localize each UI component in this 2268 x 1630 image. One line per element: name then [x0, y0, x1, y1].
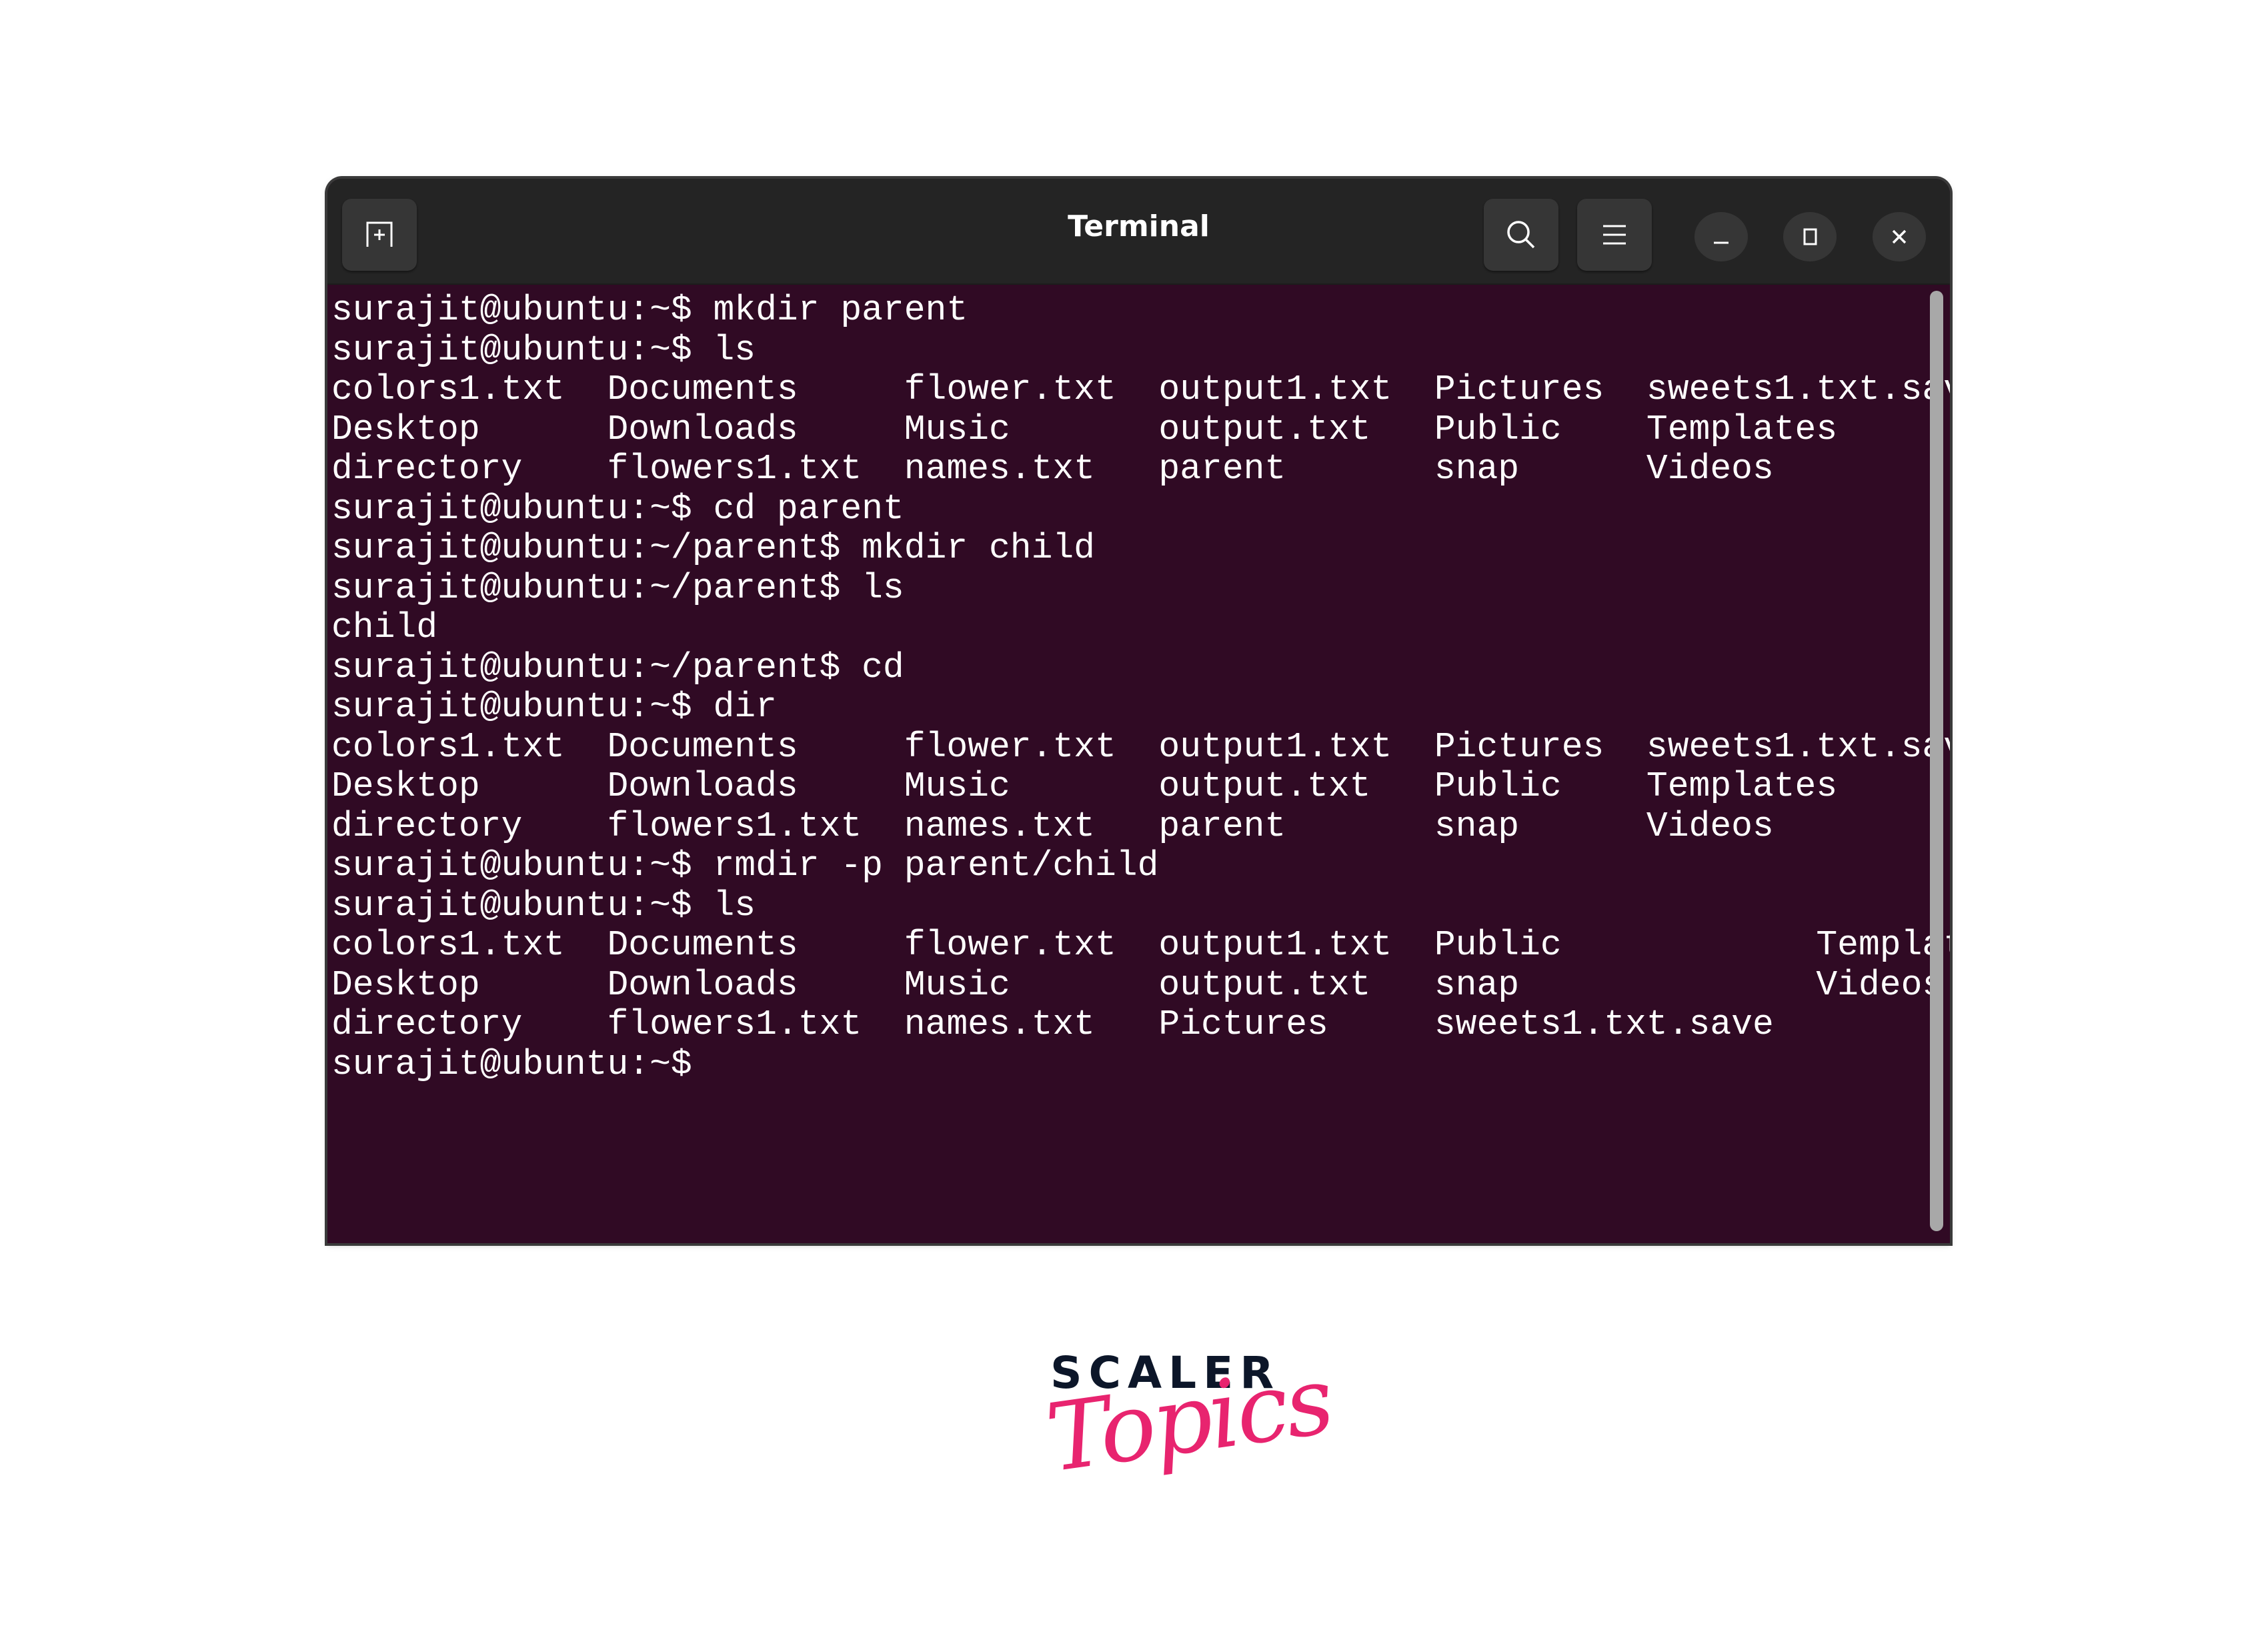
title-bar: Terminal	[327, 179, 1950, 285]
close-icon	[1892, 229, 1907, 244]
search-button[interactable]	[1484, 199, 1558, 271]
terminal-line: colors1.txt Documents flower.txt output1…	[331, 369, 1950, 410]
minimize-button[interactable]	[1694, 212, 1748, 261]
terminal-line: surajit@ubuntu:~/parent$ ls	[331, 568, 904, 608]
maximize-button[interactable]	[1783, 212, 1837, 261]
minimize-icon	[1714, 241, 1729, 244]
terminal-line: colors1.txt Documents flower.txt output1…	[331, 925, 1950, 965]
scaler-topics-logo: SCALER Topics	[1040, 1347, 1338, 1527]
terminal-line: child	[331, 608, 438, 648]
terminal-line: surajit@ubuntu:~$ rmdir -p parent/child	[331, 846, 1159, 886]
terminal-line: directory flowers1.txt names.txt parent …	[331, 806, 1774, 846]
terminal-line: colors1.txt Documents flower.txt output1…	[331, 726, 1950, 767]
terminal-line: surajit@ubuntu:~$	[331, 1044, 714, 1084]
terminal-line: surajit@ubuntu:~$ dir	[331, 687, 777, 727]
terminal-line: Desktop Downloads Music output.txt Publi…	[331, 409, 1838, 450]
terminal-line: surajit@ubuntu:~$ mkdir parent	[331, 290, 968, 330]
maximize-icon	[1803, 228, 1817, 245]
terminal-line: surajit@ubuntu:~$ cd parent	[331, 488, 904, 529]
close-button[interactable]	[1873, 212, 1926, 261]
terminal-line: directory flowers1.txt names.txt parent …	[331, 449, 1774, 489]
terminal-line: surajit@ubuntu:~$ ls	[331, 885, 756, 926]
terminal-line: directory flowers1.txt names.txt Picture…	[331, 1004, 1774, 1044]
terminal-line: surajit@ubuntu:~$ ls	[331, 329, 756, 370]
terminal-line: surajit@ubuntu:~/parent$ cd	[331, 647, 904, 688]
vertical-scrollbar[interactable]	[1930, 291, 1943, 1231]
terminal-line: Desktop Downloads Music output.txt snap …	[331, 964, 1944, 1005]
hamburger-menu-icon	[1603, 225, 1626, 245]
terminal-line: surajit@ubuntu:~/parent$ mkdir child	[331, 528, 1095, 568]
menu-button[interactable]	[1577, 199, 1652, 271]
terminal-line: Desktop Downloads Music output.txt Publi…	[331, 766, 1838, 806]
terminal-output[interactable]: surajit@ubuntu:~$ mkdir parent surajit@ub…	[331, 290, 1950, 1243]
terminal-window: Terminal surajit@ubuntu:~$ mkdir parent …	[327, 179, 1950, 1243]
search-icon	[1507, 221, 1535, 249]
